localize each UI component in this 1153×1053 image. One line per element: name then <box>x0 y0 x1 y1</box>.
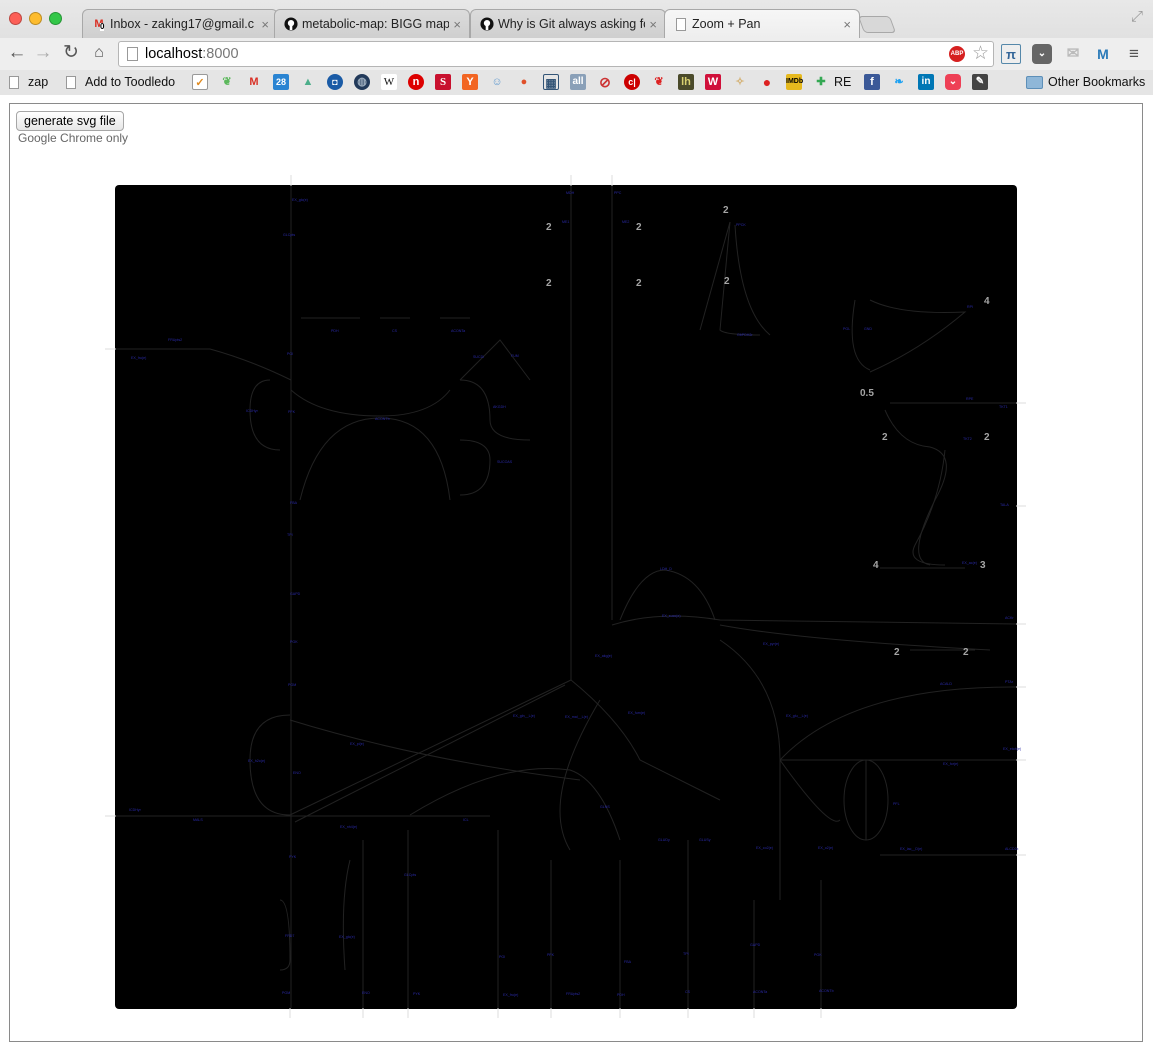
tab-title: Zoom + Pan <box>692 17 761 31</box>
ycombinator-icon[interactable]: Y <box>462 74 478 90</box>
pocket-extension-icon[interactable]: ⌄ <box>1032 44 1052 64</box>
tab-title: Inbox - zaking17@gmail.c <box>110 17 255 31</box>
tab-title: metabolic-map: BIGG map <box>302 17 450 31</box>
url-host: localhost <box>145 46 203 62</box>
window-maximize-button[interactable] <box>49 12 62 25</box>
apple-icon[interactable]: ❦ <box>651 74 667 90</box>
tab-close-icon[interactable]: × <box>649 17 657 32</box>
tab-close-icon[interactable]: × <box>843 17 851 32</box>
reload-button[interactable]: ↻ <box>60 42 82 64</box>
bookmark-re[interactable]: RE <box>834 73 851 91</box>
globe-icon[interactable]: ◍ <box>354 74 370 90</box>
page-icon <box>9 75 19 89</box>
toolbar: ← → ↻ ⌂ localhost:8000 ABP ☆ π ⌄ ✉ M ≡ <box>0 38 1153 70</box>
reddit-icon[interactable]: ☺ <box>489 74 505 90</box>
pi-extension-icon[interactable]: π <box>1001 44 1021 64</box>
pencil-icon[interactable]: ✎ <box>972 74 988 90</box>
linkedin-icon[interactable]: in <box>918 74 934 90</box>
browser-note: Google Chrome only <box>18 131 129 145</box>
folder-icon <box>1026 75 1043 89</box>
s-icon[interactable]: S <box>435 74 451 90</box>
back-button[interactable]: ← <box>6 42 28 64</box>
mountain-icon[interactable]: ▲ <box>300 74 316 90</box>
tomato-icon[interactable]: ● <box>759 74 775 90</box>
leaf-icon[interactable]: ❦ <box>219 74 235 90</box>
bookmark-zap[interactable]: zap <box>9 73 48 91</box>
sun-icon[interactable]: ✧ <box>732 74 748 90</box>
bookmark-star-icon[interactable]: ☆ <box>972 42 989 66</box>
browser-chrome: M0 Inbox - zaking17@gmail.c × metabolic-… <box>0 0 1153 95</box>
google-plus-icon[interactable]: ✚ <box>813 74 829 90</box>
page-icon <box>673 16 689 32</box>
wikipedia-icon[interactable]: W <box>381 74 397 90</box>
all-icon[interactable]: all <box>570 74 586 90</box>
n-icon[interactable]: n <box>408 74 424 90</box>
calendar-icon[interactable]: 28 <box>273 74 289 90</box>
window-minimize-button[interactable] <box>29 12 42 25</box>
gmail-icon[interactable]: M <box>246 74 262 90</box>
home-button[interactable]: ⌂ <box>88 42 110 64</box>
imdb-icon[interactable]: IMDb <box>786 74 803 90</box>
bookmark-label: Other Bookmarks <box>1048 75 1146 89</box>
bookmark-label: zap <box>28 75 49 89</box>
lh-icon[interactable]: lh <box>678 74 694 90</box>
tab-title: Why is Git always asking fo <box>498 17 646 31</box>
tab-zoom-pan[interactable]: Zoom + Pan × <box>664 9 860 38</box>
gmail-extension-icon[interactable]: M <box>1093 44 1113 64</box>
window-close-button[interactable] <box>9 12 22 25</box>
forward-button[interactable]: → <box>32 42 54 64</box>
drop-icon[interactable]: ● <box>516 74 532 90</box>
toodledo-check-icon[interactable]: ✓ <box>192 74 208 90</box>
stripe-circle-icon[interactable]: ⊘ <box>597 74 613 90</box>
url-port: :8000 <box>202 46 239 62</box>
generate-svg-button[interactable]: generate svg file <box>16 111 124 131</box>
metabolic-map-canvas[interactable] <box>115 185 1017 1009</box>
tab-inbox[interactable]: M0 Inbox - zaking17@gmail.c × <box>82 9 278 38</box>
tab-close-icon[interactable]: × <box>453 17 461 32</box>
mail-extension-icon[interactable]: ✉ <box>1063 44 1083 64</box>
bookmarks-bar: zap Add to Toodledo ✓ ❦ M 28 ▲ ◘ ◍ W n S… <box>0 70 1153 95</box>
github-icon <box>479 16 495 32</box>
facebook-icon[interactable]: f <box>864 74 880 90</box>
grid-icon[interactable]: ▦ <box>543 74 559 90</box>
tab-git-question[interactable]: Why is Git always asking fo × <box>470 9 666 38</box>
github-icon <box>283 16 299 32</box>
menu-icon[interactable]: ≡ <box>1124 44 1144 64</box>
bookmark-add-to-toodledo[interactable]: Add to Toodledo <box>66 73 175 91</box>
bookmark-label: Add to Toodledo <box>85 75 176 89</box>
tab-strip: M0 Inbox - zaking17@gmail.c × metabolic-… <box>0 0 1153 38</box>
chase-icon[interactable]: ◘ <box>327 74 343 90</box>
bookmark-other-bookmarks[interactable]: Other Bookmarks <box>1026 73 1145 91</box>
page-icon <box>66 75 76 89</box>
adblock-icon[interactable]: ABP <box>949 46 965 62</box>
fullscreen-icon[interactable]: ⤢ <box>1131 8 1143 25</box>
pocket-icon[interactable]: ⌄ <box>945 74 961 90</box>
unread-count-badge: 0 <box>100 22 105 31</box>
tab-metabolic-map[interactable]: metabolic-map: BIGG map × <box>274 9 470 38</box>
twitter-icon[interactable]: ❧ <box>891 74 907 90</box>
address-bar[interactable]: localhost:8000 ABP ☆ <box>118 41 994 67</box>
w-icon[interactable]: W <box>705 74 721 90</box>
page-icon <box>127 47 138 61</box>
new-tab-button[interactable] <box>857 16 897 33</box>
c-icon[interactable]: c| <box>624 74 640 90</box>
tab-close-icon[interactable]: × <box>261 17 269 32</box>
gmail-icon: M0 <box>94 18 105 31</box>
